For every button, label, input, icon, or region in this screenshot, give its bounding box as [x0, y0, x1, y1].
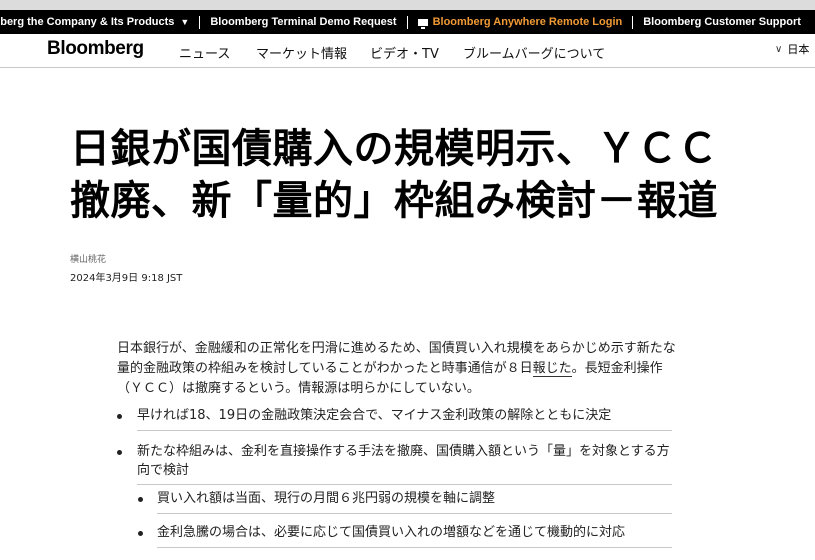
bullet-text: 早ければ18、19日の金融政策決定会合で、マイナス金利政策の解除とともに決定 — [137, 408, 612, 423]
company-products-label: Bloomberg the Company & Its Products — [0, 16, 175, 28]
source-report-link[interactable]: 報じた — [532, 361, 572, 377]
bullet-dot — [117, 450, 122, 455]
bullet-item: 新たな枠組みは、金利を直接操作する手法を撤廃、国債購入額という「量」を対象とする… — [117, 442, 672, 485]
nav-link-video-tv[interactable]: ビデオ・TV — [370, 43, 439, 62]
nav-link-news[interactable]: ニュース — [179, 43, 230, 62]
top-bar: Bloomberg the Company & Its Products ▼ B… — [0, 10, 815, 34]
article-body-paragraph: 日本銀行が、金融緩和の正常化を円滑に進めるため、国債買い入れ規模をあらかじめ示す… — [117, 339, 677, 399]
main-nav: Bloomberg ニュース マーケット情報 ビデオ・TV ブルームバーグについ… — [0, 34, 815, 68]
sub-bullet-item: 金利急騰の場合は、必要に応じて国債買い入れの増額などを通じて機動的に対応 — [138, 523, 672, 548]
customer-support-link[interactable]: Bloomberg Customer Support — [633, 10, 811, 34]
language-label: 日本 — [787, 43, 810, 56]
headline-line-1: 日銀が国債購入の規模明示、ＹＣＣ — [70, 126, 718, 172]
monitor-icon — [417, 18, 428, 29]
bullet-dot — [117, 414, 122, 419]
company-products-menu[interactable]: Bloomberg the Company & Its Products ▼ — [0, 10, 199, 34]
anywhere-remote-login-label: Bloomberg Anywhere Remote Login — [432, 16, 623, 28]
bloomberg-logo[interactable]: Bloomberg — [47, 38, 144, 60]
bullet-dot — [138, 531, 143, 536]
browser-chrome-strip — [0, 0, 815, 10]
nav-link-about[interactable]: ブルームバーグについて — [463, 43, 605, 62]
sub-bullet-text: 買い入れ額は当面、現行の月間６兆円弱の規模を軸に調整 — [157, 491, 496, 506]
sub-bullet-text: 金利急騰の場合は、必要に応じて国債買い入れの増額などを通じて機動的に対応 — [157, 525, 626, 540]
bullet-item: 早ければ18、19日の金融政策決定会合で、マイナス金利政策の解除とともに決定 — [117, 406, 672, 431]
anywhere-remote-login-link[interactable]: Bloomberg Anywhere Remote Login — [408, 10, 633, 34]
caret-down-icon: ▼ — [180, 17, 190, 27]
article-headline: 日銀が国債購入の規模明示、ＹＣＣ 撤廃、新「量的」枠組み検討－報道 — [70, 123, 810, 227]
sub-bullet-item: 買い入れ額は当面、現行の月間６兆円弱の規模を軸に調整 — [138, 489, 672, 514]
bullet-text: 新たな枠組みは、金利を直接操作する手法を撤廃、国債購入額という「量」を対象とする… — [137, 444, 670, 478]
nav-link-markets[interactable]: マーケット情報 — [256, 43, 347, 62]
article-date: 2024年3月9日 9:18 JST — [70, 273, 183, 284]
terminal-demo-link[interactable]: Bloomberg Terminal Demo Request — [200, 10, 406, 34]
language-selector[interactable]: ∨ 日本 — [775, 41, 809, 57]
article-author[interactable]: 横山桃花 — [70, 252, 106, 265]
headline-line-2: 撤廃、新「量的」枠組み検討－報道 — [70, 178, 718, 224]
chevron-down-icon: ∨ — [775, 43, 783, 55]
bullet-dot — [138, 497, 143, 502]
